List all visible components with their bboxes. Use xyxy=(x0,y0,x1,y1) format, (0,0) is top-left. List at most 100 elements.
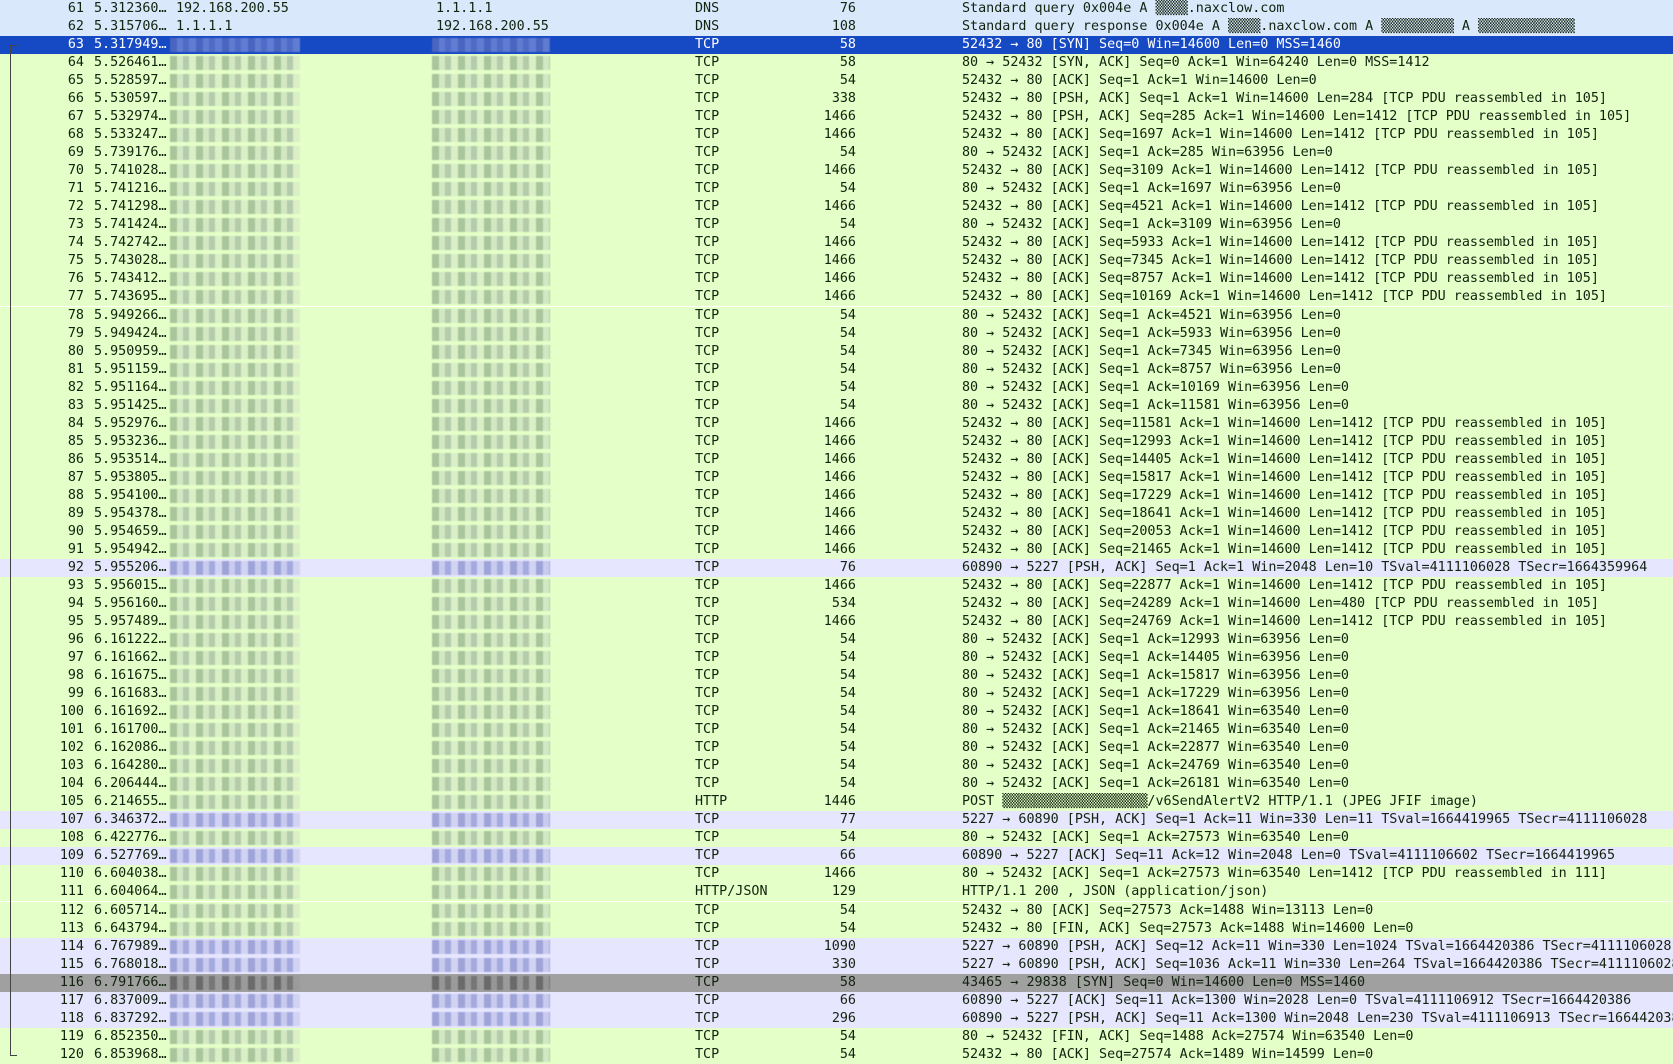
packet-row[interactable]: 95 5.957489… TCP 1466 52432 → 80 [ACK] Seq=2… xyxy=(0,613,1673,632)
redacted-source xyxy=(170,290,300,305)
packet-row[interactable]: 81 5.951159… TCP 54 80 → 52432 [ACK] Seq=1 A… xyxy=(0,360,1673,379)
packet-row[interactable]: 80 5.950959… TCP 54 80 → 52432 [ACK] Seq=1 A… xyxy=(0,342,1673,361)
packet-row[interactable]: 94 5.956160… TCP 534 52432 → 80 [ACK] Seq=24… xyxy=(0,594,1673,613)
packet-row[interactable]: 73 5.741424… TCP 54 80 → 52432 [ACK] Seq=1 A… xyxy=(0,216,1673,235)
packet-row[interactable]: 103 6.164280… TCP 54 80 → 52432 [ACK] Seq=1 … xyxy=(0,757,1673,776)
packet-number: 112 xyxy=(59,902,84,918)
packet-row[interactable]: 89 5.954378… TCP 1466 52432 → 80 [ACK] Seq=1… xyxy=(0,504,1673,523)
packet-row[interactable]: 112 6.605714… TCP 54 52432 → 80 [ACK] Seq=27… xyxy=(0,901,1673,920)
packet-row[interactable]: 66 5.530597… TCP 338 52432 → 80 [PSH, ACK] S… xyxy=(0,90,1673,109)
packet-time: 6.837009… xyxy=(94,992,167,1008)
packet-row[interactable]: 102 6.162086… TCP 54 80 → 52432 [ACK] Seq=1 … xyxy=(0,739,1673,758)
packet-length: 1466 xyxy=(823,235,856,251)
packet-row[interactable]: 71 5.741216… TCP 54 80 → 52432 [ACK] Seq=1 A… xyxy=(0,180,1673,199)
packet-row[interactable]: 111 6.604064… HTTP/JSON 129 HTTP/1.1 200 , J… xyxy=(0,883,1673,902)
packet-number: 94 xyxy=(67,595,84,611)
packet-row[interactable]: 99 6.161683… TCP 54 80 → 52432 [ACK] Seq=1 A… xyxy=(0,685,1673,704)
packet-row[interactable]: 92 5.955206… TCP 76 60890 → 5227 [PSH, ACK] … xyxy=(0,558,1673,577)
packet-row[interactable]: 83 5.951425… TCP 54 80 → 52432 [ACK] Seq=1 A… xyxy=(0,396,1673,415)
redacted-destination xyxy=(432,272,550,287)
packet-row[interactable]: 78 5.949266… TCP 54 80 → 52432 [ACK] Seq=1 A… xyxy=(0,306,1673,325)
packet-list[interactable]: 61 5.312360… 192.168.200.55 1.1.1.1 DNS 76 Sta… xyxy=(0,0,1673,1064)
packet-number: 98 xyxy=(67,668,84,684)
packet-row[interactable]: 118 6.837292… TCP 296 60890 → 5227 [PSH, ACK… xyxy=(0,1009,1673,1028)
packet-length: 1466 xyxy=(823,469,856,485)
packet-row[interactable]: 107 6.346372… TCP 77 5227 → 60890 [PSH, ACK]… xyxy=(0,811,1673,830)
packet-row[interactable]: 101 6.161700… TCP 54 80 → 52432 [ACK] Seq=1 … xyxy=(0,721,1673,740)
packet-row[interactable]: 87 5.953805… TCP 1466 52432 → 80 [ACK] Seq=1… xyxy=(0,468,1673,487)
packet-protocol: TCP xyxy=(695,614,720,630)
packet-row[interactable]: 76 5.743412… TCP 1466 52432 → 80 [ACK] Seq=8… xyxy=(0,270,1673,289)
packet-row[interactable]: 115 6.768018… TCP 330 5227 → 60890 [PSH, ACK… xyxy=(0,955,1673,974)
packet-row[interactable]: 79 5.949424… TCP 54 80 → 52432 [ACK] Seq=1 A… xyxy=(0,324,1673,343)
packet-number: 84 xyxy=(67,415,84,431)
packet-row[interactable]: 82 5.951164… TCP 54 80 → 52432 [ACK] Seq=1 A… xyxy=(0,378,1673,397)
packet-row[interactable]: 74 5.742742… TCP 1466 52432 → 80 [ACK] Seq=5… xyxy=(0,234,1673,253)
packet-row[interactable]: 93 5.956015… TCP 1466 52432 → 80 [ACK] Seq=2… xyxy=(0,576,1673,595)
packet-row[interactable]: 108 6.422776… TCP 54 80 → 52432 [ACK] Seq=1 … xyxy=(0,829,1673,848)
packet-row[interactable]: 68 5.533247… TCP 1466 52432 → 80 [ACK] Seq=1… xyxy=(0,126,1673,145)
packet-info: 52432 → 80 [ACK] Seq=18641 Ack=1 Win=146… xyxy=(962,505,1607,521)
redacted-source xyxy=(170,615,300,630)
packet-info: 52432 → 80 [ACK] Seq=5933 Ack=1 Win=1460… xyxy=(962,235,1599,251)
packet-row[interactable]: 96 6.161222… TCP 54 80 → 52432 [ACK] Seq=1 A… xyxy=(0,631,1673,650)
packet-time: 6.422776… xyxy=(94,830,167,846)
packet-number: 67 xyxy=(67,109,84,125)
packet-row[interactable]: 97 6.161662… TCP 54 80 → 52432 [ACK] Seq=1 A… xyxy=(0,649,1673,668)
packet-number: 118 xyxy=(59,1010,84,1026)
packet-info: 52432 → 80 [ACK] Seq=27574 Ack=1489 Win=… xyxy=(962,1046,1374,1062)
redacted-destination xyxy=(432,110,550,125)
packet-info: 80 → 52432 [ACK] Seq=1 Ack=17229 Win=639… xyxy=(962,686,1349,702)
packet-length: 54 xyxy=(839,1028,856,1044)
packet-protocol: TCP xyxy=(695,451,720,467)
packet-row[interactable]: 90 5.954659… TCP 1466 52432 → 80 [ACK] Seq=2… xyxy=(0,522,1673,541)
packet-row[interactable]: 119 6.852350… TCP 54 80 → 52432 [FIN, ACK] S… xyxy=(0,1027,1673,1046)
packet-row[interactable]: 88 5.954100… TCP 1466 52432 → 80 [ACK] Seq=1… xyxy=(0,486,1673,505)
packet-row[interactable]: 63 5.317949… TCP 58 52432 → 80 [SYN] Seq=0 W… xyxy=(0,36,1673,55)
packet-info: 5227 → 60890 [PSH, ACK] Seq=1 Ack=11 Win… xyxy=(962,812,1648,828)
packet-row[interactable]: 65 5.528597… TCP 54 52432 → 80 [ACK] Seq=1 A… xyxy=(0,72,1673,91)
packet-row[interactable]: 69 5.739176… TCP 54 80 → 52432 [ACK] Seq=1 A… xyxy=(0,144,1673,163)
packet-row[interactable]: 110 6.604038… TCP 1466 80 → 52432 [ACK] Seq=… xyxy=(0,865,1673,884)
packet-row[interactable]: 113 6.643794… TCP 54 52432 → 80 [FIN, ACK] S… xyxy=(0,919,1673,938)
packet-number: 68 xyxy=(67,127,84,143)
packet-time: 5.741216… xyxy=(94,181,167,197)
packet-row[interactable]: 114 6.767989… TCP 1090 5227 → 60890 [PSH, AC… xyxy=(0,937,1673,956)
packet-row[interactable]: 98 6.161675… TCP 54 80 → 52432 [ACK] Seq=1 A… xyxy=(0,667,1673,686)
redacted-destination xyxy=(432,434,550,449)
packet-row[interactable]: 70 5.741028… TCP 1466 52432 → 80 [ACK] Seq=3… xyxy=(0,162,1673,181)
packet-protocol: TCP xyxy=(695,415,720,431)
packet-length: 129 xyxy=(831,884,856,900)
packet-row[interactable]: 84 5.952976… TCP 1466 52432 → 80 [ACK] Seq=1… xyxy=(0,414,1673,433)
packet-row[interactable]: 116 6.791766… TCP 58 43465 → 29838 [SYN] Seq… xyxy=(0,973,1673,992)
packet-row[interactable]: 86 5.953514… TCP 1466 52432 → 80 [ACK] Seq=1… xyxy=(0,450,1673,469)
packet-row[interactable]: 62 5.315706… 1.1.1.1 192.168.200.55 DNS 108 St… xyxy=(0,18,1673,37)
packet-row[interactable]: 75 5.743028… TCP 1466 52432 → 80 [ACK] Seq=7… xyxy=(0,252,1673,271)
redacted-destination xyxy=(432,416,550,431)
packet-row[interactable]: 120 6.853968… TCP 54 52432 → 80 [ACK] Seq=27… xyxy=(0,1045,1673,1064)
packet-row[interactable]: 77 5.743695… TCP 1466 52432 → 80 [ACK] Seq=1… xyxy=(0,288,1673,307)
packet-row[interactable]: 100 6.161692… TCP 54 80 → 52432 [ACK] Seq=1 … xyxy=(0,703,1673,722)
packet-number: 74 xyxy=(67,235,84,251)
redacted-destination xyxy=(432,560,550,575)
packet-row[interactable]: 117 6.837009… TCP 66 60890 → 5227 [ACK] Seq=… xyxy=(0,991,1673,1010)
packet-length: 54 xyxy=(839,1046,856,1062)
packet-protocol: DNS xyxy=(695,1,720,16)
packet-number: 115 xyxy=(59,956,84,972)
packet-row[interactable]: 72 5.741298… TCP 1466 52432 → 80 [ACK] Seq=4… xyxy=(0,198,1673,217)
packet-row[interactable]: 64 5.526461… TCP 58 80 → 52432 [SYN, ACK] Se… xyxy=(0,54,1673,73)
packet-row[interactable]: 61 5.312360… 192.168.200.55 1.1.1.1 DNS 76 Sta… xyxy=(0,0,1673,18)
packet-protocol: TCP xyxy=(695,992,720,1008)
packet-row[interactable]: 85 5.953236… TCP 1466 52432 → 80 [ACK] Seq=1… xyxy=(0,432,1673,451)
packet-row[interactable]: 105 6.214655… HTTP 1446 POST ▒▒▒▒▒▒▒▒▒▒▒▒▒▒▒… xyxy=(0,793,1673,812)
packet-length: 66 xyxy=(839,848,856,864)
packet-row[interactable]: 104 6.206444… TCP 54 80 → 52432 [ACK] Seq=1 … xyxy=(0,775,1673,794)
packet-row[interactable]: 67 5.532974… TCP 1466 52432 → 80 [PSH, ACK] … xyxy=(0,108,1673,127)
packet-row[interactable]: 91 5.954942… TCP 1466 52432 → 80 [ACK] Seq=2… xyxy=(0,540,1673,559)
packet-row[interactable]: 109 6.527769… TCP 66 60890 → 5227 [ACK] Seq=… xyxy=(0,847,1673,866)
redacted-source xyxy=(170,398,300,413)
packet-protocol: TCP xyxy=(695,127,720,143)
redacted-source xyxy=(170,200,300,215)
packet-number: 87 xyxy=(67,469,84,485)
packet-length: 108 xyxy=(831,19,856,35)
